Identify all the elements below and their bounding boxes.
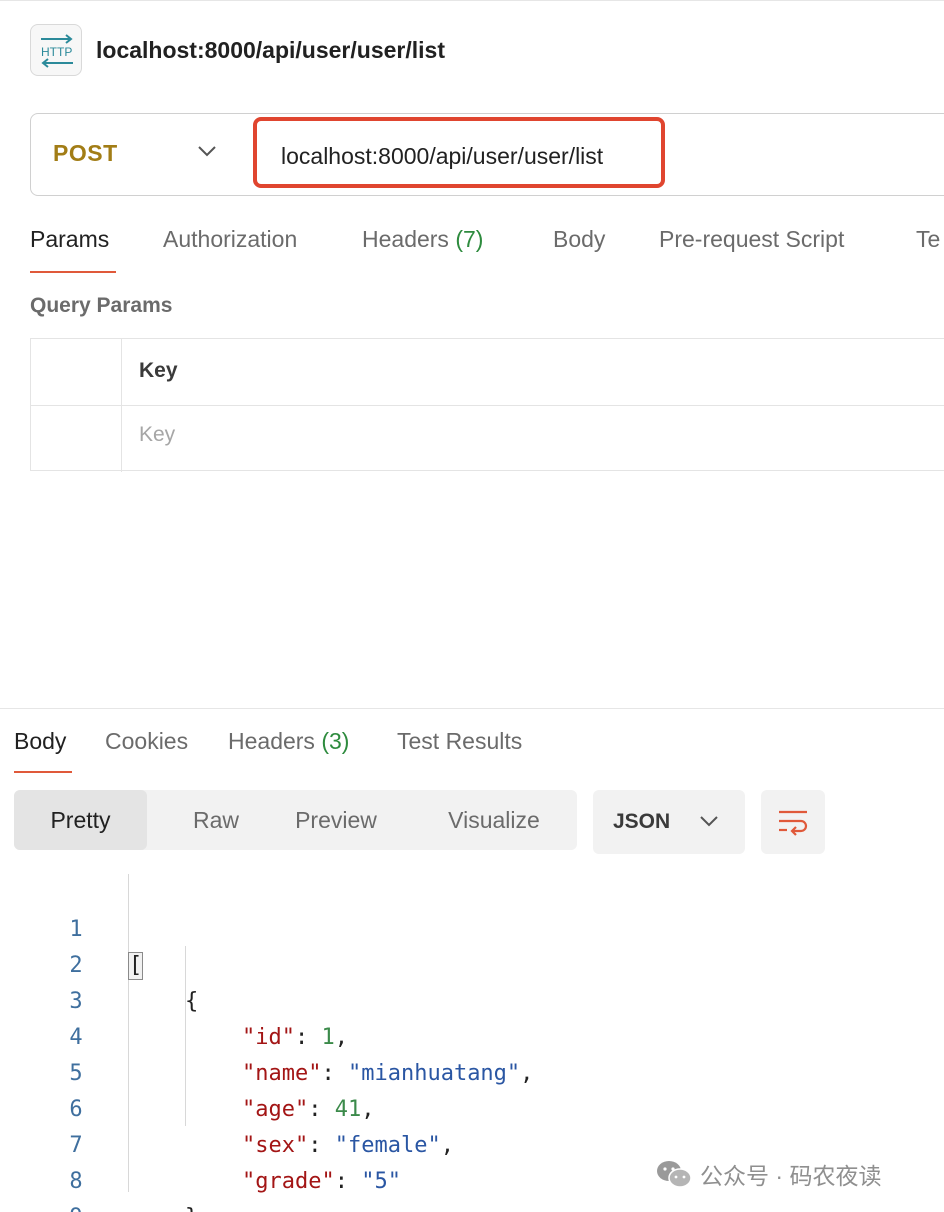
key-input[interactable]: Key — [139, 423, 175, 447]
json-key: "age" — [242, 1097, 309, 1122]
request-header: HTTP localhost:8000/api/user/user/list — [30, 24, 445, 76]
http-icon: HTTP — [30, 24, 82, 76]
line-number: 2 — [69, 953, 83, 978]
code-text: { — [185, 989, 199, 1014]
code-line: 7 "grade": "5" — [0, 1092, 401, 1194]
code-text: "age": 41, — [242, 1097, 375, 1122]
json-value: 1 — [321, 1025, 335, 1050]
wechat-icon — [657, 1161, 692, 1188]
line-number: 9 — [60, 1200, 92, 1212]
watermark-text: 公众号 · 码农夜读 — [700, 1163, 882, 1189]
method-select[interactable]: POST — [53, 140, 118, 167]
response-tab-headers-label: Headers — [228, 728, 315, 754]
line-number: 5 — [69, 1061, 83, 1086]
line-number: 4 — [69, 1025, 83, 1050]
query-params-table: Key Key — [30, 338, 944, 472]
pane-divider[interactable] — [0, 708, 944, 709]
response-tab-body[interactable]: Body — [14, 728, 66, 755]
view-mode-selector: Pretty Raw Preview Visualize — [14, 790, 577, 850]
code-text: [ — [128, 948, 144, 984]
view-visualize[interactable]: Visualize — [424, 790, 564, 850]
watermark: 公众号 · 码农夜读 — [656, 1154, 881, 1194]
url-text[interactable]: localhost:8000/api/user/user/list — [281, 143, 603, 170]
response-active-underline — [14, 771, 72, 773]
row-divider — [31, 405, 944, 406]
tab-params[interactable]: Params — [30, 226, 109, 253]
code-text: "grade": "5" — [242, 1169, 401, 1194]
code-line: 1 [ — [0, 876, 144, 980]
code-text: "sex": "female", — [242, 1133, 454, 1158]
svg-text:HTTP: HTTP — [41, 45, 72, 59]
matched-bracket: [ — [128, 952, 144, 980]
json-value: "female" — [334, 1133, 441, 1158]
json-punct: , — [334, 1025, 348, 1050]
query-params-label: Query Params — [30, 294, 173, 317]
json-punct: , — [361, 1097, 375, 1122]
view-pretty[interactable]: Pretty — [14, 790, 147, 850]
view-preview[interactable]: Preview — [277, 790, 395, 850]
json-punct: , — [440, 1133, 454, 1158]
line-number: 8 — [69, 1169, 83, 1194]
code-line: 9 ] — [0, 1164, 82, 1212]
response-tab-test-results[interactable]: Test Results — [397, 728, 522, 755]
indent-guide — [185, 946, 186, 1126]
json-key: "sex" — [242, 1133, 309, 1158]
response-tab-headers[interactable]: Headers (3) — [228, 728, 349, 755]
wrap-lines-button[interactable] — [761, 790, 825, 854]
indent-guide — [128, 874, 129, 1192]
tab-tests[interactable]: Te — [916, 226, 940, 253]
line-number: 1 — [69, 917, 83, 942]
wrap-lines-icon — [779, 810, 808, 836]
line-number: 6 — [69, 1097, 83, 1122]
json-value: "mianhuatang" — [347, 1061, 521, 1086]
code-text: "name": "mianhuatang", — [242, 1061, 534, 1086]
format-select[interactable]: JSON — [593, 790, 745, 854]
line-number: 7 — [69, 1133, 83, 1158]
code-text: } — [185, 1200, 198, 1212]
json-key: "grade" — [242, 1169, 335, 1194]
json-key: "name" — [242, 1061, 322, 1086]
json-key: "id" — [242, 1025, 295, 1050]
top-border — [0, 0, 944, 1]
code-line: 8 } — [0, 1128, 198, 1212]
code-line: 4 "name": "mianhuatang", — [0, 984, 533, 1086]
url-bar: POST localhost:8000/api/user/user/list — [30, 113, 944, 196]
active-tab-underline — [30, 271, 116, 273]
code-line: 5 "age": 41, — [0, 1020, 374, 1122]
tab-authorization[interactable]: Authorization — [163, 226, 297, 253]
json-punct: , — [520, 1061, 534, 1086]
chevron-down-icon — [699, 814, 719, 833]
tab-headers-count: (7) — [455, 226, 484, 252]
tab-headers[interactable]: Headers (7) — [362, 226, 483, 253]
code-line: 3 "id": 1, — [0, 948, 348, 1050]
request-title: localhost:8000/api/user/user/list — [96, 36, 445, 63]
code-line: 2 { — [0, 912, 198, 1014]
code-line: 6 "sex": "female", — [0, 1056, 454, 1158]
chevron-down-icon[interactable] — [197, 144, 217, 163]
url-input[interactable]: localhost:8000/api/user/user/list — [253, 117, 665, 188]
key-column-header: Key — [139, 359, 178, 382]
json-value: "5" — [361, 1169, 401, 1194]
tab-body[interactable]: Body — [553, 226, 605, 253]
response-tab-cookies[interactable]: Cookies — [105, 728, 188, 755]
tab-pre-request-script[interactable]: Pre-request Script — [659, 226, 844, 253]
format-label: JSON — [613, 810, 671, 833]
line-number: 3 — [69, 989, 83, 1014]
tab-headers-label: Headers — [362, 226, 449, 252]
view-raw[interactable]: Raw — [147, 790, 285, 850]
response-tab-headers-count: (3) — [321, 728, 350, 754]
json-value: 41 — [334, 1097, 362, 1122]
code-text: "id": 1, — [242, 1025, 348, 1050]
